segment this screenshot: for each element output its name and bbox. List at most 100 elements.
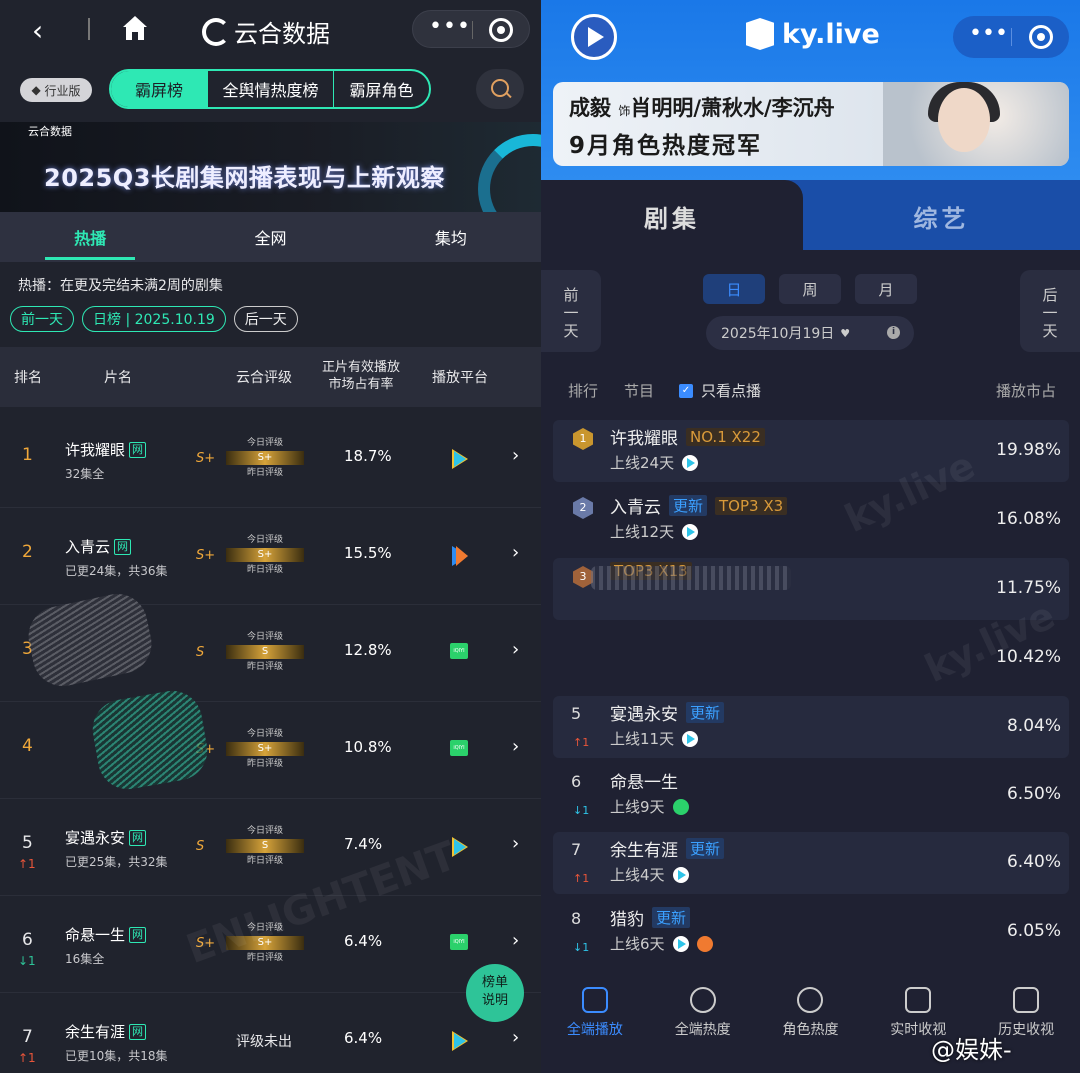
market-share: 12.8% [344, 641, 392, 659]
nav-all-heat[interactable]: 全端热度 [649, 975, 757, 1073]
period-day[interactable]: 日 [703, 274, 765, 304]
list-item[interactable]: 5 ↑1 宴遇永安 更新 上线11天 8.04% [553, 696, 1069, 758]
tab-all-web[interactable]: 全网 [180, 212, 360, 262]
weibo-watermark: @娱妹- [931, 1036, 1012, 1064]
nav-role-heat[interactable]: 角色热度 [757, 975, 865, 1073]
trend-indicator: ↓1 [573, 804, 590, 817]
only-vod-label: 只看点播 [701, 382, 762, 400]
yesterday-rating-label: 昨日评级 [246, 759, 283, 769]
trend-indicator: ↑1 [573, 736, 590, 749]
tab-hot[interactable]: 热播 [0, 212, 180, 262]
banner-title: 2025Q3长剧集网播表现与上新观察 [44, 164, 445, 192]
top-tag: NO.1 X22 [686, 427, 765, 446]
show-title-text: 许我耀眼 [65, 441, 126, 459]
more-icon[interactable]: ••• [429, 14, 471, 39]
nav-label: 全端播放 [566, 1022, 623, 1038]
category-tabs: 剧集 综艺 [541, 180, 1080, 252]
web-tag: 网 [129, 1023, 147, 1040]
chevron-right-icon[interactable]: › [512, 639, 519, 660]
mini-program-capsule: ••• [953, 16, 1069, 58]
app-title: 云合数据 [234, 20, 330, 48]
rating-box: 今日评级 S 昨日评级 [226, 825, 304, 871]
table-row[interactable]: 4 S+今日评级 S+ 昨日评级 10.8% iQIYI › [0, 702, 541, 799]
period-month[interactable]: 月 [855, 274, 917, 304]
nav-label: 角色热度 [782, 1022, 839, 1038]
grade-label: S+ [196, 548, 216, 563]
tab-drama[interactable]: 剧集 [541, 180, 803, 252]
header-rank: 排行 [568, 382, 599, 400]
show-title-text: 余生有涯 [65, 1023, 126, 1041]
next-day-button[interactable]: 后一天 [233, 306, 298, 332]
chevron-right-icon[interactable]: › [512, 833, 519, 854]
episode-info: 16集全 [65, 952, 105, 966]
list-item[interactable]: 8 ↓1 猎豹 更新 上线6天 6.05% [553, 901, 1069, 963]
tab-per-episode[interactable]: 集均 [361, 212, 541, 262]
list-item[interactable]: 6 ↓1 命悬一生 上线9天 6.50% [553, 764, 1069, 826]
close-target-icon[interactable] [1029, 25, 1053, 49]
right-header: ky.live ••• 成毅 饰肖明明/萧秋水/李沉舟 9月角色热度冠军 [541, 0, 1080, 182]
banner-line-2: 9月角色热度冠军 [569, 133, 763, 159]
online-days: 上线4天 [610, 866, 665, 884]
program-name: 猎豹 更新 [610, 905, 691, 930]
top-tag: TOP3 X3 [715, 496, 788, 515]
rank-explanation-button[interactable]: 榜单 说明 [466, 964, 524, 1022]
today-rating-label: 今日评级 [246, 826, 283, 836]
more-icon[interactable]: ••• [969, 21, 1008, 46]
tab-variety[interactable]: 综艺 [803, 180, 1080, 252]
yesterday-rating-label: 昨日评级 [246, 662, 283, 672]
date-picker[interactable]: 2025年10月19日 ♥ i [706, 316, 914, 350]
home-icon[interactable] [120, 13, 150, 43]
online-days: 上线11天 [610, 730, 675, 748]
nav-all-play[interactable]: 全端播放 [541, 975, 649, 1073]
chevron-right-icon[interactable]: › [512, 736, 519, 757]
list-item[interactable]: 2 入青云 更新 TOP3 X3 上线12天 16.08% [553, 489, 1069, 551]
next-day-button[interactable]: 后 一 天 [1020, 270, 1080, 352]
date-pill[interactable]: 日榜 | 2025.10.19 [82, 306, 226, 332]
next-day-label: 后 一 天 [1042, 286, 1058, 340]
chevron-right-icon[interactable]: › [512, 542, 519, 563]
promo-banner[interactable]: 云合数据 2025Q3长剧集网播表现与上新观察 [0, 122, 541, 212]
tab-bapingbang[interactable]: 霸屏榜 [111, 71, 207, 107]
champion-banner[interactable]: 成毅 饰肖明明/萧秋水/李沉舟 9月角色热度冠军 [553, 82, 1069, 166]
table-row[interactable]: 1 许我耀眼网 32集全 S+ 今日评级 S+ 昨日评级 18.7% › [0, 411, 541, 508]
info-icon[interactable]: i [887, 326, 900, 339]
prev-day-button[interactable]: 前 一 天 [541, 270, 601, 352]
kylive-logo-icon [746, 18, 774, 50]
list-item[interactable]: 7 ↑1 余生有涯 更新 上线4天 6.40% [553, 832, 1069, 894]
table-row[interactable]: 5 ↑1 宴遇永安网已更25集，共32集 S 今日评级 S 昨日评级 7.4% › [0, 799, 541, 896]
industry-badge[interactable]: ◆ 行业版 [20, 78, 92, 102]
search-icon[interactable] [476, 69, 524, 109]
table-row[interactable]: 7 ↑1 余生有涯网已更10集，共18集 评级未出 6.4% › [0, 993, 541, 1073]
yesterday-rating-label: 昨日评级 [246, 856, 283, 866]
list-item[interactable]: 1 许我耀眼 NO.1 X22 上线24天 19.98% [553, 420, 1069, 482]
prev-day-button[interactable]: 前一天 [10, 306, 74, 332]
checkbox-icon[interactable]: ✓ [679, 384, 693, 398]
chevron-down-icon: ♥ [840, 326, 851, 340]
back-icon[interactable]: ‹ [32, 14, 43, 47]
chevron-right-icon[interactable]: › [512, 1027, 519, 1048]
today-rating-value: S+ [226, 451, 304, 465]
tencent-video-icon [682, 730, 699, 747]
show-title-text: 命悬一生 [65, 926, 126, 944]
tab-characters[interactable]: 霸屏角色 [333, 71, 429, 107]
market-share: 7.4% [344, 835, 383, 853]
today-rating-label: 今日评级 [246, 535, 283, 545]
top-tab-bar: ◆ 行业版 霸屏榜 全舆情热度榜 霸屏角色 [0, 66, 541, 114]
period-week[interactable]: 周 [779, 274, 841, 304]
online-info: 上线12天 [610, 521, 699, 542]
yesterday-rating-label: 昨日评级 [246, 468, 283, 478]
left-screenshot: ‹ 云合数据 ••• ◆ 行业版 霸屏榜 全舆情热度榜 霸屏角色 云合数据 20… [0, 0, 541, 1073]
app-play-icon[interactable] [571, 14, 617, 60]
online-days: 上线12天 [610, 523, 675, 541]
chevron-right-icon[interactable]: › [512, 445, 519, 466]
rank-number: 6 [22, 930, 33, 950]
actor-name: 成毅 [569, 96, 611, 120]
chevron-right-icon[interactable]: › [512, 930, 519, 951]
role-names: 肖明明/萧秋水/李沉舟 [630, 96, 835, 120]
rating-box: 今日评级 S 昨日评级 [226, 631, 304, 677]
close-target-icon[interactable] [489, 18, 513, 42]
tab-public-opinion[interactable]: 全舆情热度榜 [207, 71, 333, 107]
trend-indicator: ↓1 [18, 954, 36, 968]
day-navigation: 前一天 日榜 | 2025.10.19 后一天 [10, 306, 298, 332]
table-row[interactable]: 2 入青云网已更24集，共36集 S+ 今日评级 S+ 昨日评级 15.5% › [0, 508, 541, 605]
